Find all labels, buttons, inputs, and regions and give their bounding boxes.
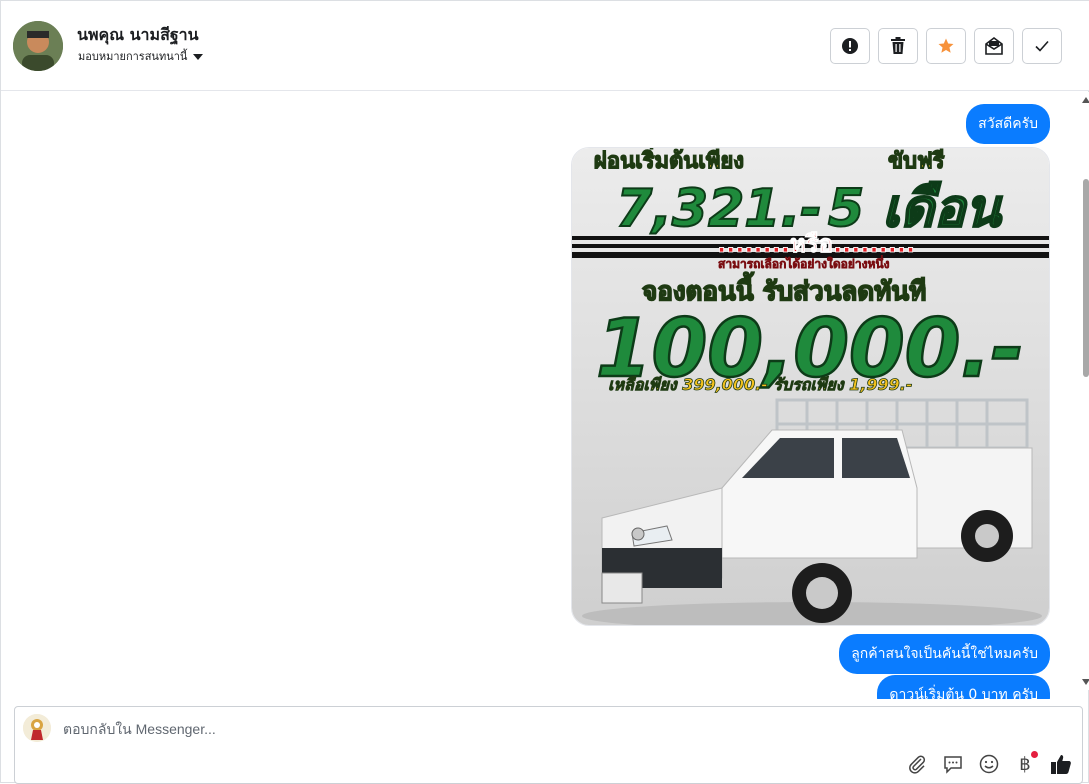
mark-done-button[interactable] <box>1022 28 1062 64</box>
emoji-icon <box>979 754 999 774</box>
header-actions <box>830 28 1062 64</box>
payment-icon: ฿ <box>1019 753 1031 775</box>
assign-label: มอบหมายการสนทนานี้ <box>78 50 188 63</box>
message-image-promo[interactable]: ผ่อนเริ่มต้นเพียง ขับฟรี 7,321.- 5 เดือน… <box>571 147 1050 626</box>
message-thread[interactable]: สวัสดีครับ ผ่อนเริ่มต้นเพียง ขับฟรี 7,32… <box>1 92 1081 699</box>
scroll-up-arrow-icon[interactable] <box>1082 97 1089 103</box>
attach-button[interactable] <box>906 753 928 775</box>
thumbs-up-icon <box>1051 755 1071 774</box>
reply-input[interactable] <box>63 721 963 737</box>
exclamation-icon <box>842 38 858 54</box>
ad-remain: เหลือเพียง 399,000.- รับรถเพียง 1,999.- <box>608 375 913 394</box>
conversation-panel: นพคุณ นามสีฐาน มอบหมายการสนทนานี้ สวัสดี… <box>0 0 1089 784</box>
chevron-down-icon <box>193 54 204 60</box>
check-icon <box>1035 40 1049 52</box>
ad-or: ........หรือ......... <box>717 230 915 258</box>
contact-avatar[interactable] <box>13 21 63 71</box>
conversation-header: นพคุณ นามสีฐาน มอบหมายการสนทนานี้ <box>1 1 1089 91</box>
outgoing-message: ดาวน์เริ่มต้น 0 บาท ครับ <box>877 675 1050 699</box>
scrollbar-thumb[interactable] <box>1083 179 1089 377</box>
star-icon <box>938 38 954 53</box>
spam-button[interactable] <box>830 28 870 64</box>
like-button[interactable] <box>1050 753 1072 775</box>
emoji-button[interactable] <box>978 753 1000 775</box>
envelope-open-icon <box>985 37 1003 55</box>
star-button[interactable] <box>926 28 966 64</box>
ad-headline-right: ขับฟรี <box>888 149 945 174</box>
outgoing-message: ลูกค้าสนใจเป็นคันนี้ใช่ไหมครับ <box>839 634 1050 674</box>
paperclip-icon <box>909 755 926 774</box>
trash-icon <box>891 37 905 54</box>
saved-reply-icon <box>944 756 962 774</box>
reply-composer: ฿ <box>14 706 1083 784</box>
assign-conversation-dropdown[interactable]: มอบหมายการสนทนานี้ <box>78 47 204 65</box>
ad-headline-left: ผ่อนเริ่มต้นเพียง <box>594 148 744 174</box>
mark-unread-button[interactable] <box>974 28 1014 64</box>
saved-reply-button[interactable] <box>942 753 964 775</box>
notification-dot <box>1031 751 1038 758</box>
page-avatar <box>23 714 51 742</box>
ad-choose: สามารถเลือกได้อย่างใดอย่างหนึ่ง <box>718 255 890 271</box>
delete-button[interactable] <box>878 28 918 64</box>
composer-tools: ฿ <box>906 751 1072 775</box>
outgoing-message: สวัสดีครับ <box>966 104 1050 144</box>
scroll-down-arrow-icon[interactable] <box>1082 679 1089 685</box>
contact-name: นพคุณ นามสีฐาน <box>77 25 199 44</box>
payment-button[interactable]: ฿ <box>1014 751 1038 775</box>
